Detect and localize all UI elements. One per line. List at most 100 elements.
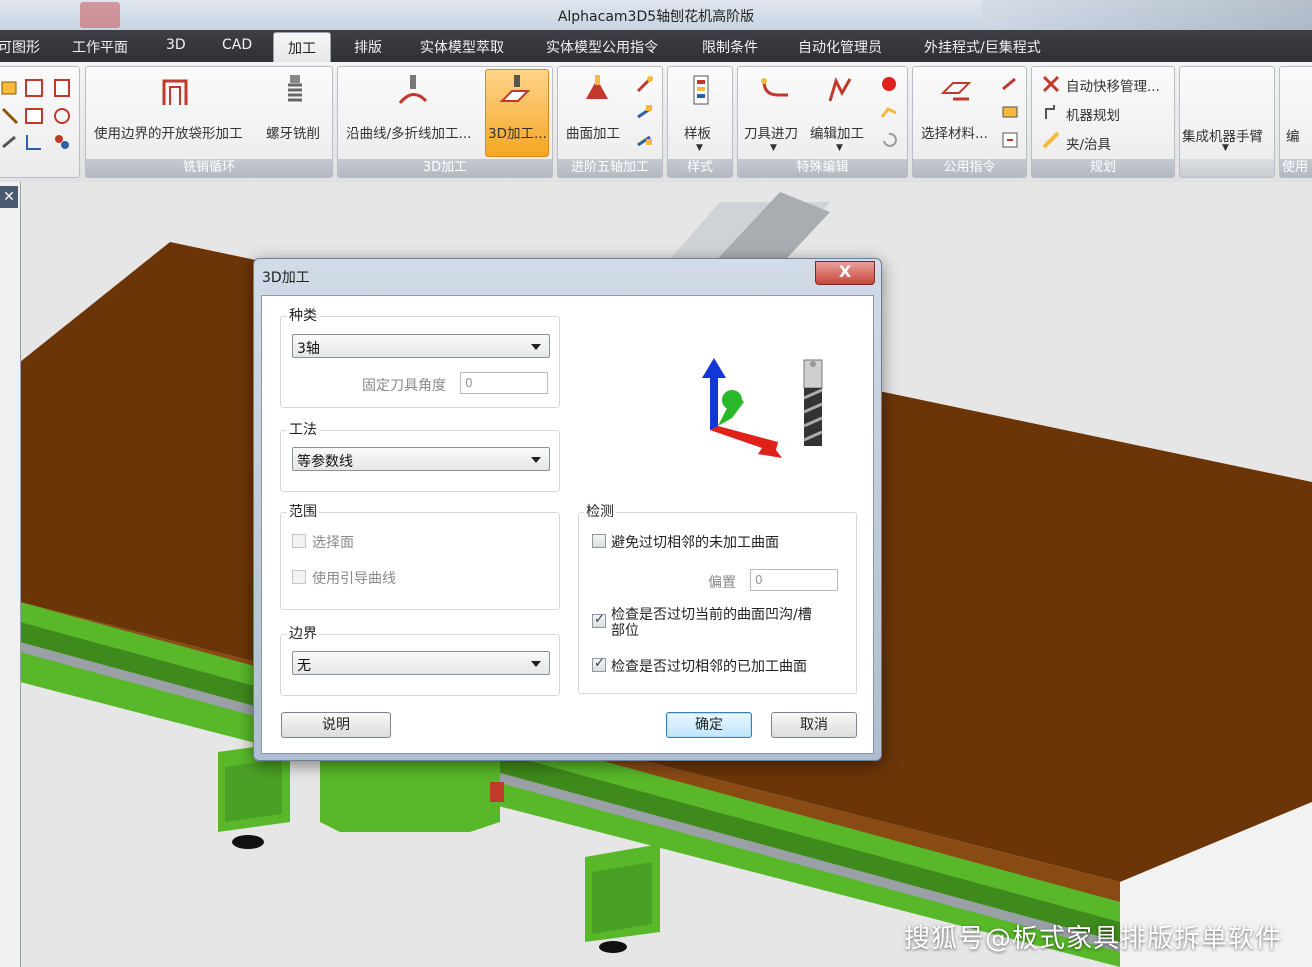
end-mill-icon (803, 359, 823, 446)
record-icon[interactable] (878, 73, 900, 95)
5axis-small-icon-1[interactable] (634, 73, 656, 95)
boundary-select-value: 无 (297, 658, 311, 674)
group-caption-robot (1180, 159, 1274, 177)
ribbon-group-utilities: 选择材料... 公用指令 (912, 66, 1027, 178)
select-material-button[interactable]: 选择材料... (921, 122, 988, 142)
chart-icon[interactable] (23, 131, 45, 153)
dialog-body: 种类 3轴 固定刀具角度 0 工法 等参数线 范围 选择面 使用引导曲线 边界 … (261, 295, 874, 754)
edit-machining-button[interactable]: 编辑加工 (810, 122, 864, 142)
window-title: Alphacam3D5轴刨花机高阶版 (557, 9, 755, 25)
group-caption-style: 样式 (668, 159, 732, 177)
select-material-icon[interactable] (939, 73, 973, 107)
group-caption-special-edit: 特殊编辑 (738, 159, 907, 177)
fixture-button[interactable]: 夹/治具 (1066, 133, 1111, 153)
tab-nesting[interactable]: 排版 (354, 37, 382, 57)
rapid-manager-button[interactable]: 自动快移管理... (1066, 75, 1160, 95)
group-caption-3d: 3D加工 (338, 159, 552, 177)
tab-draw[interactable]: 可图形 (0, 37, 40, 57)
robot-dropdown-arrow[interactable]: ▼ (1222, 143, 1229, 153)
range-legend: 范围 (287, 501, 319, 521)
ribbon-group-style: 样板 ▼ 样式 (667, 66, 733, 178)
check-legend: 检测 (584, 501, 616, 521)
target-icon[interactable] (51, 105, 73, 127)
title-bar: Alphacam3D5轴刨花机高阶版 (0, 0, 1312, 30)
pocket-icon[interactable] (23, 77, 45, 99)
axis-tool-preview (702, 358, 823, 458)
tab-addins[interactable]: 外挂程式/巨集程式 (924, 37, 1041, 57)
fixture-icon[interactable] (1040, 129, 1062, 151)
lead-in-button[interactable]: 刀具进刀 (744, 122, 798, 142)
ribbon-group-robot: 集成机器手臂 ▼ (1179, 66, 1275, 178)
curve-machining-button[interactable]: 沿曲线/多折线加工... (346, 122, 471, 142)
use-guide-checkbox[interactable] (292, 570, 306, 584)
surface-machining-icon[interactable] (580, 73, 614, 107)
template-icon[interactable] (684, 73, 718, 107)
left-panel-strip (0, 182, 21, 967)
5axis-small-icon-2[interactable] (634, 101, 656, 123)
group-caption-utilities: 公用指令 (913, 159, 1026, 177)
integrated-robot-button[interactable]: 集成机器手臂 (1182, 125, 1263, 145)
palette-icon[interactable] (51, 131, 73, 153)
range-fieldset (280, 512, 560, 610)
ribbon-group-planning: 自动快移管理... 机器规划 夹/治具 规划 (1031, 66, 1175, 178)
group-caption-use: 使用 (1280, 159, 1312, 177)
check-adjacent-checkbox[interactable] (592, 656, 606, 672)
edit-machining-dropdown-arrow[interactable]: ▼ (836, 143, 843, 153)
thread-mill-button[interactable]: 螺牙铣削 (266, 122, 320, 142)
list-icon[interactable] (23, 105, 45, 127)
tool-path-icon[interactable] (878, 101, 900, 123)
tab-solid-utilities[interactable]: 实体模型公用指令 (546, 37, 658, 57)
offset-input[interactable]: 0 (750, 569, 838, 591)
boundary-select[interactable]: 无 (292, 651, 550, 675)
lead-in-dropdown-arrow[interactable]: ▼ (770, 143, 777, 153)
tab-3d[interactable]: 3D (166, 37, 186, 53)
tab-automation[interactable]: 自动化管理员 (798, 37, 882, 57)
lead-in-icon[interactable] (758, 73, 792, 107)
utility-icon-1[interactable] (999, 73, 1021, 95)
template-dropdown-arrow[interactable]: ▼ (696, 143, 703, 153)
chevron-down-icon (531, 661, 541, 667)
3d-machining-button[interactable]: 3D加工... (488, 122, 547, 142)
3d-machining-icon[interactable] (498, 73, 532, 107)
method-select[interactable]: 等参数线 (292, 447, 550, 471)
ribbon-group-use: 编 使用 (1279, 66, 1312, 178)
edit-partial-button[interactable]: 编 (1286, 125, 1300, 145)
contour-icon[interactable] (51, 77, 73, 99)
avoid-overcut-checkbox[interactable] (592, 534, 606, 548)
curve-machining-icon[interactable] (396, 73, 430, 107)
ok-button[interactable]: 确定 (666, 712, 752, 738)
group-caption-5axis: 进阶五轴加工 (558, 159, 662, 177)
tab-constraints[interactable]: 限制条件 (702, 37, 758, 57)
machine-planning-icon[interactable] (1040, 101, 1062, 123)
open-pocket-icon[interactable] (158, 75, 192, 109)
thread-mill-icon[interactable] (278, 73, 312, 107)
tab-cad[interactable]: CAD (222, 37, 252, 53)
boundary-legend: 边界 (287, 623, 319, 643)
method-legend: 工法 (287, 419, 319, 439)
engrave-icon[interactable] (0, 131, 21, 153)
utility-icon-2[interactable] (999, 101, 1021, 123)
check-current-checkbox[interactable] (592, 612, 606, 628)
select-face-checkbox[interactable] (292, 534, 306, 548)
drill-icon[interactable] (0, 105, 21, 127)
tab-solid-extract[interactable]: 实体模型萃取 (420, 37, 504, 57)
cancel-button[interactable]: 取消 (771, 712, 857, 738)
tool-icon[interactable] (0, 77, 21, 99)
refresh-icon[interactable] (878, 129, 900, 151)
type-select[interactable]: 3轴 (292, 334, 550, 358)
edit-machining-icon[interactable] (824, 73, 858, 107)
help-button[interactable]: 说明 (281, 712, 391, 738)
check-current-label-line2: 部位 (611, 623, 639, 639)
fixed-angle-input[interactable]: 0 (460, 372, 548, 394)
dialog-close-button[interactable]: X (815, 261, 875, 285)
template-button[interactable]: 样板 (684, 122, 711, 142)
machine-planning-button[interactable]: 机器规划 (1066, 104, 1120, 124)
tab-machining[interactable]: 加工 (273, 32, 331, 62)
open-pocket-button[interactable]: 使用边界的开放袋形加工 (94, 122, 243, 142)
tab-workplane[interactable]: 工作平面 (72, 37, 128, 57)
5axis-small-icon-3[interactable] (634, 129, 656, 151)
panel-close-icon[interactable]: ✕ (0, 186, 18, 208)
utility-icon-3[interactable] (999, 129, 1021, 151)
surface-machining-button[interactable]: 曲面加工 (566, 122, 620, 142)
rapid-manager-icon[interactable] (1040, 73, 1062, 95)
